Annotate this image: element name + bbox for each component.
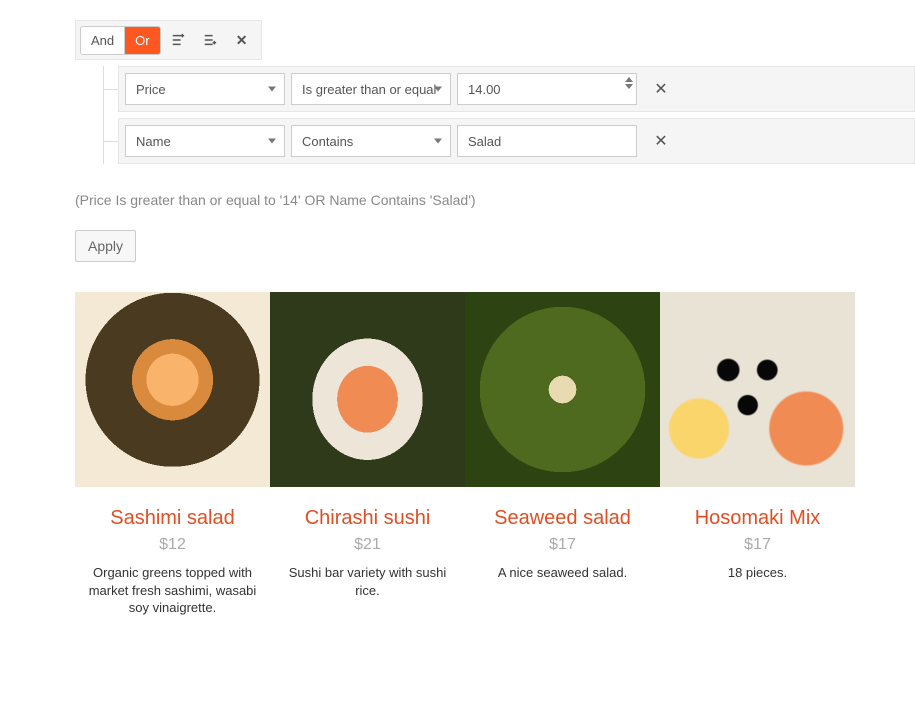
item-name: Hosomaki Mix [660, 507, 855, 530]
remove-group-icon[interactable]: ✕ [227, 25, 257, 55]
rules-container: Price Is greater than or equal ✕ Name [103, 66, 915, 164]
chevron-down-icon [434, 139, 442, 144]
item-image [75, 292, 270, 487]
filter-rule: Name Contains ✕ [118, 118, 915, 164]
chevron-down-icon [268, 87, 276, 92]
item-price: $21 [270, 536, 465, 554]
rule-operator-select[interactable]: Contains [291, 125, 451, 157]
item-price: $17 [465, 536, 660, 554]
filter-builder: And Or ✕ Price Is greater than or equal [75, 20, 915, 164]
item-description: Organic greens topped with market fresh … [75, 564, 270, 617]
rule-operator-label: Is greater than or equal [302, 82, 436, 97]
item-description: A nice seaweed salad. [465, 564, 660, 582]
filter-rule: Price Is greater than or equal ✕ [118, 66, 915, 112]
rule-field-label: Name [136, 134, 171, 149]
item-name: Seaweed salad [465, 507, 660, 530]
item-image [270, 292, 465, 487]
result-card: Seaweed salad $17 A nice seaweed salad. [465, 292, 660, 617]
result-card: Sashimi salad $12 Organic greens topped … [75, 292, 270, 617]
rule-field-select[interactable]: Price [125, 73, 285, 105]
logic-and[interactable]: And [81, 27, 125, 54]
filter-expression-text: (Price Is greater than or equal to '14' … [75, 192, 915, 208]
rule-value-input[interactable] [457, 73, 637, 105]
spinner-up-icon[interactable] [625, 77, 633, 82]
item-image [660, 292, 855, 487]
remove-rule-icon[interactable]: ✕ [641, 79, 681, 99]
item-name: Sashimi salad [75, 507, 270, 530]
rule-value-input[interactable] [457, 125, 637, 157]
rule-value-wrapper [457, 73, 637, 105]
item-price: $12 [75, 536, 270, 554]
logic-or[interactable]: Or [125, 27, 159, 54]
filter-root-group: And Or ✕ [75, 20, 262, 60]
number-spinner[interactable] [625, 77, 633, 89]
rule-field-select[interactable]: Name [125, 125, 285, 157]
add-group-icon[interactable] [195, 25, 225, 55]
item-description: Sushi bar variety with sushi rice. [270, 564, 465, 599]
apply-button[interactable]: Apply [75, 230, 136, 262]
chevron-down-icon [434, 87, 442, 92]
rule-operator-select[interactable]: Is greater than or equal [291, 73, 451, 105]
remove-rule-icon[interactable]: ✕ [641, 131, 681, 151]
result-card: Hosomaki Mix $17 18 pieces. [660, 292, 855, 617]
rule-value-wrapper [457, 125, 637, 157]
spinner-down-icon[interactable] [625, 84, 633, 89]
item-image [465, 292, 660, 487]
item-price: $17 [660, 536, 855, 554]
item-name: Chirashi sushi [270, 507, 465, 530]
result-card: Chirashi sushi $21 Sushi bar variety wit… [270, 292, 465, 617]
add-rule-icon[interactable] [163, 25, 193, 55]
logic-toggle[interactable]: And Or [80, 26, 161, 55]
rule-operator-label: Contains [302, 134, 353, 149]
rule-field-label: Price [136, 82, 166, 97]
item-description: 18 pieces. [660, 564, 855, 582]
chevron-down-icon [268, 139, 276, 144]
results-grid: Sashimi salad $12 Organic greens topped … [75, 292, 855, 617]
